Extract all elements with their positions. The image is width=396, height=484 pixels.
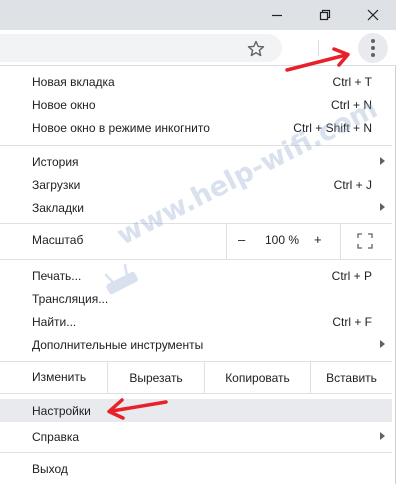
menu-item-shortcut: Ctrl + T xyxy=(332,74,372,89)
menu-item-label: Новое окно xyxy=(32,97,96,112)
zoom-separator xyxy=(340,223,341,259)
menu-item-label: Новое окно в режиме инкогнито xyxy=(32,120,210,135)
menu-item-label: Трансляция... xyxy=(32,291,109,306)
title-bar xyxy=(0,0,396,30)
menu-item-new-tab[interactable]: Новая вкладка Ctrl + T xyxy=(0,70,392,93)
menu-item-label: Найти... xyxy=(32,314,77,329)
menu-item-label: Справка xyxy=(32,429,80,444)
menu-item-label: Новая вкладка xyxy=(32,74,115,89)
menu-item-history[interactable]: История xyxy=(0,150,392,173)
menu-item-label: Выход xyxy=(32,461,68,476)
menu-divider xyxy=(0,223,392,224)
menu-item-print[interactable]: Печать... Ctrl + P xyxy=(0,264,392,287)
menu-item-bookmarks[interactable]: Закладки xyxy=(0,196,392,219)
zoom-separator xyxy=(226,223,227,259)
menu-item-label: Загрузки xyxy=(32,177,81,192)
menu-item-more-tools[interactable]: Дополнительные инструменты xyxy=(0,333,392,356)
zoom-out-button[interactable]: – xyxy=(238,232,245,247)
menu-item-help[interactable]: Справка xyxy=(0,425,392,448)
close-button[interactable] xyxy=(350,0,396,30)
edit-row: Изменить Вырезать Копировать Вставить xyxy=(0,362,392,393)
fullscreen-icon[interactable] xyxy=(357,233,373,249)
toolbar xyxy=(0,30,396,66)
menu-item-shortcut: Ctrl + J xyxy=(333,177,372,192)
zoom-level: 100 % xyxy=(265,233,300,247)
menu-item-label: Дополнительные инструменты xyxy=(32,337,204,352)
chrome-menu-button[interactable] xyxy=(358,33,388,63)
menu-divider xyxy=(0,393,392,394)
minimize-button[interactable] xyxy=(254,0,300,30)
zoom-label: Масштаб xyxy=(32,233,84,247)
close-icon xyxy=(367,9,379,21)
copy-button[interactable]: Копировать xyxy=(204,362,310,393)
menu-divider xyxy=(0,145,392,146)
menu-item-incognito[interactable]: Новое окно в режиме инкогнито Ctrl + Shi… xyxy=(0,116,392,139)
menu-item-label: История xyxy=(32,154,79,169)
submenu-arrow-icon xyxy=(380,203,385,211)
toolbar-separator xyxy=(318,40,319,56)
cut-button[interactable]: Вырезать xyxy=(107,362,204,393)
menu-item-downloads[interactable]: Загрузки Ctrl + J xyxy=(0,173,392,196)
menu-item-label: Печать... xyxy=(32,268,82,283)
kebab-menu-icon xyxy=(371,39,375,57)
menu-item-shortcut: Ctrl + P xyxy=(331,268,372,283)
restore-icon xyxy=(319,9,331,21)
minimize-icon xyxy=(272,14,282,17)
menu-item-shortcut: Ctrl + Shift + N xyxy=(293,120,372,135)
submenu-arrow-icon xyxy=(380,157,385,165)
edit-label: Изменить xyxy=(32,370,87,384)
paste-button[interactable]: Вставить xyxy=(310,362,392,393)
menu-item-cast[interactable]: Трансляция... xyxy=(0,287,392,310)
zoom-row: Масштаб – 100 % + xyxy=(0,223,392,259)
menu-divider xyxy=(0,259,392,260)
star-icon[interactable] xyxy=(246,39,266,59)
address-bar[interactable] xyxy=(0,34,282,62)
menu-item-find[interactable]: Найти... Ctrl + F xyxy=(0,310,392,333)
menu-item-label: Закладки xyxy=(32,200,84,215)
submenu-arrow-icon xyxy=(380,432,385,440)
menu-divider xyxy=(0,452,392,453)
chrome-main-menu: Новая вкладка Ctrl + T Новое окно Ctrl +… xyxy=(0,66,396,484)
zoom-in-button[interactable]: + xyxy=(314,232,322,247)
menu-item-shortcut: Ctrl + N xyxy=(330,97,372,112)
menu-item-new-window[interactable]: Новое окно Ctrl + N xyxy=(0,93,392,116)
restore-button[interactable] xyxy=(302,0,348,30)
menu-item-settings[interactable]: Настройки xyxy=(0,399,392,422)
menu-item-shortcut: Ctrl + F xyxy=(332,314,372,329)
menu-item-exit[interactable]: Выход xyxy=(0,457,392,480)
menu-item-label: Настройки xyxy=(32,403,91,418)
submenu-arrow-icon xyxy=(380,340,385,348)
